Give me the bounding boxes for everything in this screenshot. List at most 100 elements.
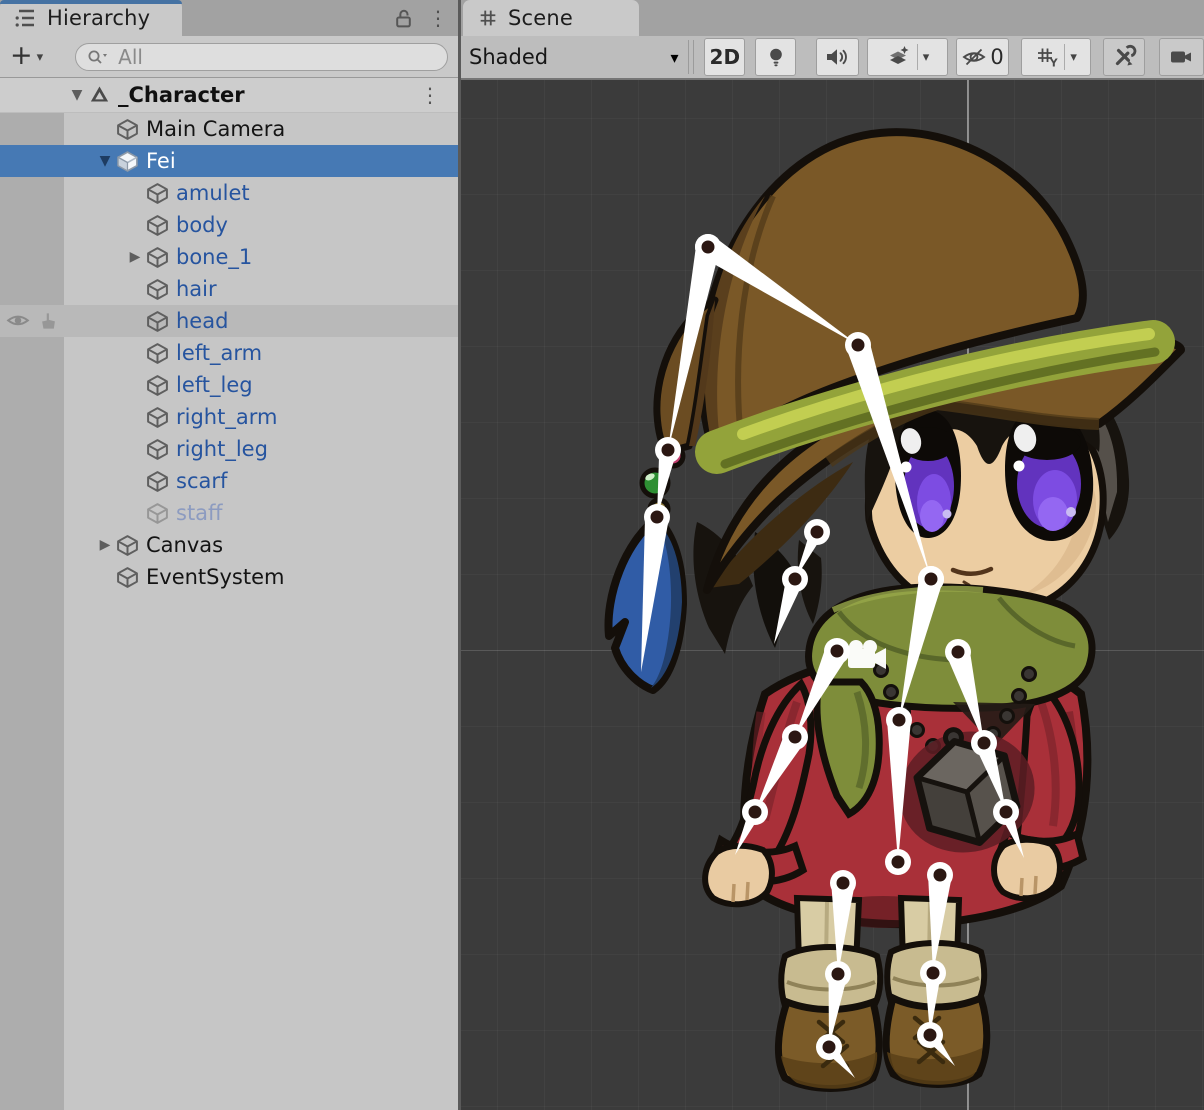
hierarchy-item-staff[interactable]: staff [0,497,458,529]
search-input[interactable]: All [75,43,448,71]
scene-root-menu-icon[interactable]: ⋮ [420,85,440,105]
draw-mode-label: Shaded [469,45,670,69]
toolbar-separator [693,40,694,74]
boots [778,943,986,1089]
hierarchy-item-left-arm[interactable]: left_arm [0,337,458,369]
hierarchy-panel: Hierarchy ⋮ + ▾ All [0,0,458,1110]
expander-open-icon[interactable]: ▼ [66,87,88,103]
hierarchy-item-left-leg[interactable]: left_leg [0,369,458,401]
hierarchy-item-head[interactable]: head [0,305,458,337]
draw-mode-arrow-icon: ▾ [670,48,678,67]
bone-joint-center [749,806,762,819]
unity-editor-window: Hierarchy ⋮ + ▾ All [0,0,1204,1110]
hierarchy-tree: ▼ _Character ⋮ Main Camera ▼ Feiamulet body… [0,78,458,1110]
hierarchy-item-fei[interactable]: ▼ Fei [0,145,458,177]
unity-logo-icon [88,84,111,107]
draw-mode-dropdown[interactable]: Shaded ▾ [461,45,686,69]
hierarchy-item-label: bone_1 [176,245,252,269]
bone-joint-center [892,856,905,869]
hierarchy-item-body[interactable]: body [0,209,458,241]
scene-render [461,80,1204,1110]
hierarchy-item-label: body [176,213,228,237]
hierarchy-item-label: head [176,309,228,333]
hierarchy-item-label: Canvas [146,533,223,557]
bone-joint-center [927,967,940,980]
create-button[interactable]: + [10,42,33,69]
gameobject-cube-icon [146,470,169,493]
hierarchy-item-main-camera[interactable]: Main Camera [0,113,458,145]
gameobject-cube-icon [146,502,169,525]
search-icon [86,48,110,66]
2d-toggle-button[interactable]: 2D [704,38,745,76]
effects-layers-icon [886,45,912,69]
scene-tabbar: Scene [461,0,1204,36]
tab-scene[interactable]: Scene [463,0,639,36]
bone-joint-center [662,444,675,457]
hierarchy-item-scarf[interactable]: scarf [0,465,458,497]
scene-root-row[interactable]: ▼ _Character ⋮ [0,78,458,113]
tab-hierarchy[interactable]: Hierarchy [0,0,182,36]
hierarchy-item-amulet[interactable]: amulet [0,177,458,209]
gameobject-cube-icon [116,118,139,141]
bone-joint-center [789,573,802,586]
lock-icon[interactable] [393,8,414,29]
hierarchy-item-hair[interactable]: hair [0,273,458,305]
bone-joint-center [789,731,802,744]
focused-tab-accent [0,0,182,4]
bone-joint-center [952,646,965,659]
bone-joint-center [831,645,844,658]
audio-toggle-button[interactable] [816,38,859,76]
bone-joint-center [893,714,906,727]
visibility-eye-icon[interactable] [6,309,30,333]
hierarchy-item-label: Main Camera [146,117,285,141]
hierarchy-item-eventsystem[interactable]: EventSystem [0,561,458,593]
grid-axis-letter: Y [1049,58,1058,70]
hierarchy-toolbar: + ▾ All [0,36,458,78]
expander-open-icon[interactable]: ▼ [94,153,116,169]
create-dropdown-icon[interactable]: ▾ [37,50,44,65]
tool-settings-button[interactable] [1103,38,1146,76]
hidden-objects-count: 0 [990,45,1003,69]
hierarchy-item-right-arm[interactable]: right_arm [0,401,458,433]
scene-viewport[interactable] [461,80,1204,1110]
bone-joint-center [651,511,664,524]
gameobject-cube-icon [146,182,169,205]
gameobject-cube-icon [146,246,169,269]
hierarchy-item-canvas[interactable]: ▶ Canvas [0,529,458,561]
button-separator [917,44,918,70]
picking-hand-icon[interactable] [38,309,62,333]
gameobject-cube-icon [146,278,169,301]
gameobject-cube-icon [116,566,139,589]
effects-toggle-button[interactable]: ▾ [867,38,949,76]
left-eye [895,410,961,538]
scene-root-label: _Character [118,83,245,107]
hierarchy-item-label: left_arm [176,341,262,365]
hierarchy-item-label: amulet [176,181,250,205]
grid-visibility-button[interactable]: Y ▾ [1021,38,1091,76]
hierarchy-tab-label: Hierarchy [47,6,150,30]
hidden-objects-button[interactable]: 0 [956,38,1008,76]
hierarchy-item-right-leg[interactable]: right_leg [0,433,458,465]
hierarchy-item-label: staff [176,501,223,525]
camera-overlay-button[interactable] [1159,38,1204,76]
toolbar-separator [688,40,689,74]
gameobject-cube-icon [146,438,169,461]
expander-closed-icon[interactable]: ▶ [124,249,146,265]
scene-grid-icon [477,7,499,29]
gameobject-cube-icon [146,374,169,397]
scene-lighting-button[interactable] [755,38,796,76]
bone-joint-center [924,1029,937,1042]
expander-closed-icon[interactable]: ▶ [94,537,116,553]
hierarchy-item-label: hair [176,277,217,301]
gameobject-cube-icon [146,214,169,237]
grid-dropdown-icon[interactable]: ▾ [1070,50,1077,65]
effects-dropdown-icon[interactable]: ▾ [923,50,930,65]
bone-joint-center [837,877,850,890]
hierarchy-item-label: Fei [146,149,176,173]
hierarchy-menu-icon[interactable]: ⋮ [428,8,448,28]
hierarchy-item-bone-1[interactable]: ▶ bone_1 [0,241,458,273]
grid-axis-icon: Y [1034,45,1059,69]
2d-label: 2D [710,45,741,69]
hierarchy-tabbar: Hierarchy ⋮ [0,0,458,36]
scene-toolbar: Shaded ▾ 2D [461,36,1204,80]
